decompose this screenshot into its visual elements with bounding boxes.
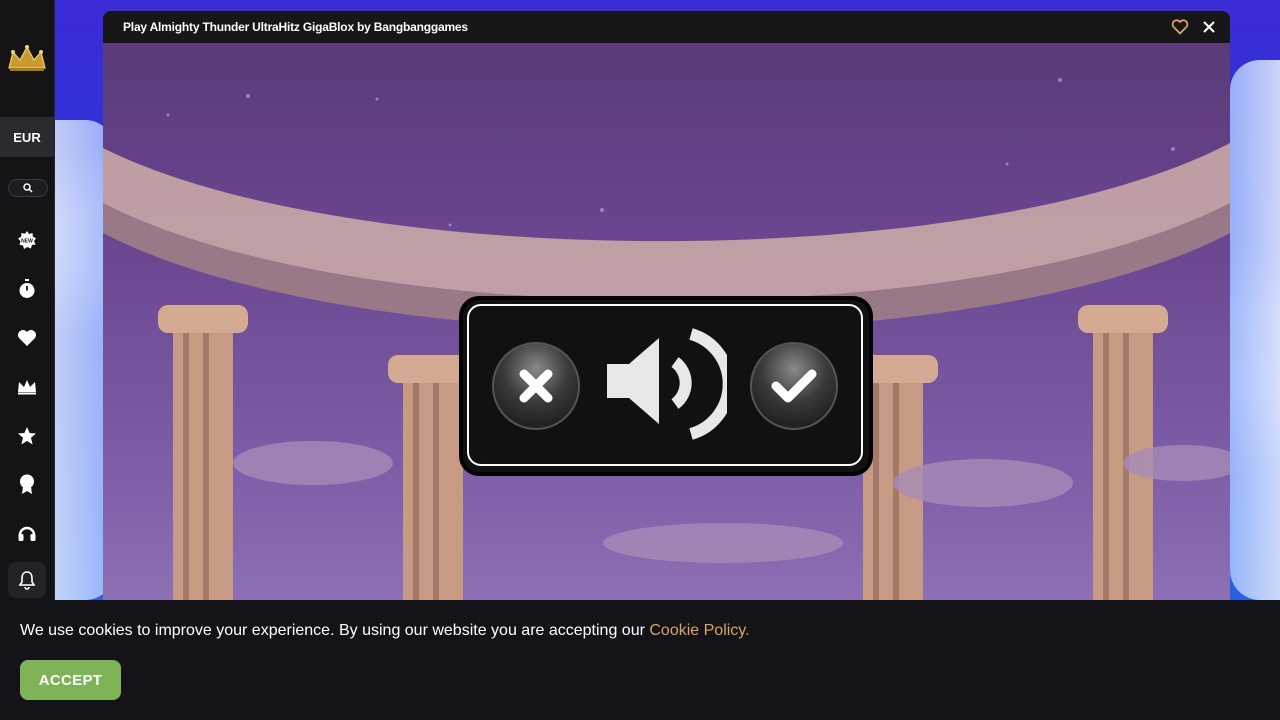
- sidebar-item-recent[interactable]: [15, 277, 39, 301]
- game-header: Play Almighty Thunder UltraHitz GigaBlox…: [103, 11, 1230, 43]
- sidebar-item-new[interactable]: NEW: [15, 228, 39, 252]
- sidebar-item-top[interactable]: [15, 424, 39, 448]
- left-sidebar: EUR NEW: [0, 0, 55, 600]
- favorite-button[interactable]: [1171, 18, 1189, 36]
- game-title: Play Almighty Thunder UltraHitz GigaBlox…: [123, 20, 468, 34]
- background-cloud-right: [1230, 60, 1280, 600]
- search-button[interactable]: [8, 179, 48, 197]
- close-icon: [1203, 21, 1215, 33]
- cookie-policy-link[interactable]: Cookie Policy.: [649, 622, 749, 639]
- heart-outline-icon: [1171, 19, 1189, 35]
- heart-icon: [18, 330, 36, 346]
- notifications-button[interactable]: [8, 562, 46, 598]
- award-ribbon-icon: [20, 474, 34, 494]
- cookie-message: We use cookies to improve your experienc…: [20, 622, 750, 640]
- sidebar-item-promotions[interactable]: [15, 472, 39, 496]
- sidebar-item-support[interactable]: [15, 521, 39, 545]
- sidebar-item-vip[interactable]: [15, 375, 39, 399]
- currency-selector[interactable]: EUR: [0, 117, 54, 157]
- speaker-volume-icon: [603, 324, 735, 442]
- crown-icon: [18, 380, 36, 395]
- crown-logo-icon[interactable]: [7, 44, 47, 72]
- sound-off-button[interactable]: [492, 342, 580, 430]
- accept-cookies-button[interactable]: ACCEPT: [20, 660, 121, 700]
- headset-icon: [18, 526, 36, 541]
- sidebar-item-favorites[interactable]: [15, 326, 39, 350]
- checkmark-icon: [771, 369, 817, 403]
- close-game-button[interactable]: [1200, 18, 1218, 36]
- sound-prompt-dialog: [463, 300, 869, 472]
- sound-on-button[interactable]: [750, 342, 838, 430]
- star-icon: [18, 427, 36, 445]
- svg-text:NEW: NEW: [21, 239, 33, 245]
- new-badge-icon: NEW: [18, 231, 36, 249]
- game-canvas[interactable]: [103, 43, 1230, 600]
- search-icon: [23, 183, 33, 193]
- cookie-banner: We use cookies to improve your experienc…: [0, 600, 1280, 720]
- stopwatch-icon: [19, 279, 35, 298]
- cookie-text: We use cookies to improve your experienc…: [20, 622, 650, 639]
- x-icon: [519, 369, 553, 403]
- bell-icon: [18, 571, 36, 590]
- game-window: Play Almighty Thunder UltraHitz GigaBlox…: [103, 11, 1230, 600]
